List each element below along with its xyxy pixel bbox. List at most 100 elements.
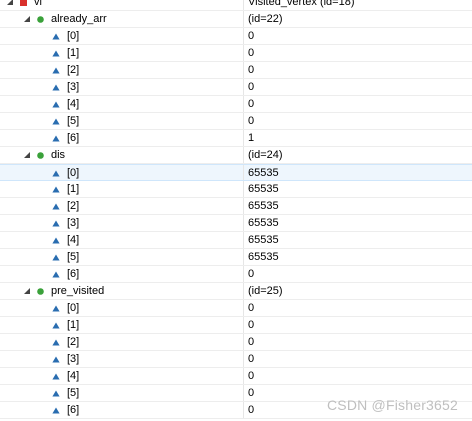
blue-triangle-array-element-icon <box>52 186 60 193</box>
element-value: 0 <box>248 370 255 382</box>
blue-triangle-array-element-icon <box>52 33 60 40</box>
tree-row-pre-visited[interactable]: pre_visited (id=25) <box>0 283 472 300</box>
variable-value: (id=25) <box>248 285 283 297</box>
element-index: [0] <box>67 167 80 179</box>
element-index: [3] <box>67 353 80 365</box>
green-circle-field-icon <box>37 287 44 295</box>
element-value: 0 <box>248 81 255 93</box>
array-element-row[interactable]: [3] 65535 <box>0 215 472 232</box>
element-index: [6] <box>67 132 80 144</box>
tree-row-vi[interactable]: vi Visited_vertex (id=18) <box>0 0 472 11</box>
blue-triangle-array-element-icon <box>52 271 60 278</box>
element-value: 65535 <box>248 234 279 246</box>
blue-triangle-array-element-icon <box>52 67 60 74</box>
element-index: [5] <box>67 387 80 399</box>
element-value: 0 <box>248 302 255 314</box>
element-value: 0 <box>248 98 255 110</box>
name-cell: pre_visited <box>0 283 266 299</box>
element-value: 0 <box>248 387 255 399</box>
array-element-row[interactable]: [0] 65535 <box>0 164 472 181</box>
array-element-row[interactable]: [4] 65535 <box>0 232 472 249</box>
element-index: [4] <box>67 98 80 110</box>
element-value: 0 <box>248 30 255 42</box>
array-element-row[interactable]: [5] 65535 <box>0 249 472 266</box>
blue-triangle-array-element-icon <box>52 135 60 142</box>
array-element-row[interactable]: [3] 0 <box>0 79 472 96</box>
element-value: 65535 <box>248 217 279 229</box>
blue-triangle-array-element-icon <box>52 390 60 397</box>
element-value: 0 <box>248 64 255 76</box>
element-index: [0] <box>67 302 80 314</box>
name-cell: dis <box>0 147 266 163</box>
element-value: 65535 <box>248 251 279 263</box>
element-value: 0 <box>248 404 255 416</box>
element-index: [5] <box>67 251 80 263</box>
variables-tree: vi Visited_vertex (id=18) already_arr (id… <box>0 0 472 419</box>
element-index: [2] <box>67 64 80 76</box>
blue-triangle-array-element-icon <box>52 373 60 380</box>
element-value: 65535 <box>248 183 279 195</box>
array-element-row[interactable]: [1] 65535 <box>0 181 472 198</box>
element-value: 65535 <box>248 167 279 179</box>
array-element-row[interactable]: [5] 0 <box>0 113 472 130</box>
variable-name: already_arr <box>51 13 107 25</box>
blue-triangle-array-element-icon <box>52 50 60 57</box>
blue-triangle-array-element-icon <box>52 118 60 125</box>
array-element-row[interactable]: [0] 0 <box>0 300 472 317</box>
variable-value: (id=24) <box>248 149 283 161</box>
blue-triangle-array-element-icon <box>52 203 60 210</box>
expanded-triangle-icon[interactable] <box>23 151 31 159</box>
blue-triangle-array-element-icon <box>52 339 60 346</box>
green-circle-field-icon <box>37 15 44 23</box>
watermark: CSDN @Fisher3652 <box>326 397 458 413</box>
array-element-row[interactable]: [0] 0 <box>0 28 472 45</box>
groups-container: already_arr (id=22) [0] 0 [1] 0 [2] 0 [3] 0 [4] 0 [5… <box>0 11 472 419</box>
blue-triangle-array-element-icon <box>52 322 60 329</box>
element-index: [5] <box>67 115 80 127</box>
name-cell: vi <box>0 0 249 10</box>
array-element-row[interactable]: [3] 0 <box>0 351 472 368</box>
blue-triangle-array-element-icon <box>52 237 60 244</box>
element-value: 0 <box>248 353 255 365</box>
element-index: [4] <box>67 370 80 382</box>
variable-name: dis <box>51 149 66 161</box>
variable-name: vi <box>34 0 42 8</box>
variable-value: (id=22) <box>248 13 283 25</box>
tree-row-dis[interactable]: dis (id=24) <box>0 147 472 164</box>
variable-name: pre_visited <box>51 285 105 297</box>
array-element-row[interactable]: [2] 0 <box>0 62 472 79</box>
blue-triangle-array-element-icon <box>52 305 60 312</box>
blue-triangle-array-element-icon <box>52 170 60 177</box>
array-element-row[interactable]: [1] 0 <box>0 45 472 62</box>
element-value: 0 <box>248 319 255 331</box>
element-value: 0 <box>248 115 255 127</box>
element-value: 0 <box>248 47 255 59</box>
tree-row-already-arr[interactable]: already_arr (id=22) <box>0 11 472 28</box>
array-element-row[interactable]: [4] 0 <box>0 96 472 113</box>
blue-triangle-array-element-icon <box>52 254 60 261</box>
array-element-row[interactable]: [4] 0 <box>0 368 472 385</box>
array-element-row[interactable]: [2] 65535 <box>0 198 472 215</box>
expanded-triangle-icon[interactable] <box>23 15 31 23</box>
blue-triangle-array-element-icon <box>52 101 60 108</box>
element-index: [3] <box>67 81 80 93</box>
array-element-row[interactable]: [2] 0 <box>0 334 472 351</box>
element-index: [1] <box>67 183 80 195</box>
blue-triangle-array-element-icon <box>52 220 60 227</box>
blue-triangle-array-element-icon <box>52 84 60 91</box>
element-index: [1] <box>67 47 80 59</box>
array-element-row[interactable]: [1] 0 <box>0 317 472 334</box>
element-index: [2] <box>67 200 80 212</box>
element-index: [6] <box>67 268 80 280</box>
expanded-triangle-icon[interactable] <box>6 0 14 6</box>
name-cell: already_arr <box>0 11 266 27</box>
array-element-row[interactable]: [6] 0 <box>0 266 472 283</box>
array-element-row[interactable]: [6] 1 <box>0 130 472 147</box>
element-value: 0 <box>248 268 255 280</box>
element-value: 1 <box>248 132 255 144</box>
element-index: [6] <box>67 404 80 416</box>
element-index: [2] <box>67 336 80 348</box>
blue-triangle-array-element-icon <box>52 407 60 414</box>
element-value: 0 <box>248 336 255 348</box>
expanded-triangle-icon[interactable] <box>23 287 31 295</box>
